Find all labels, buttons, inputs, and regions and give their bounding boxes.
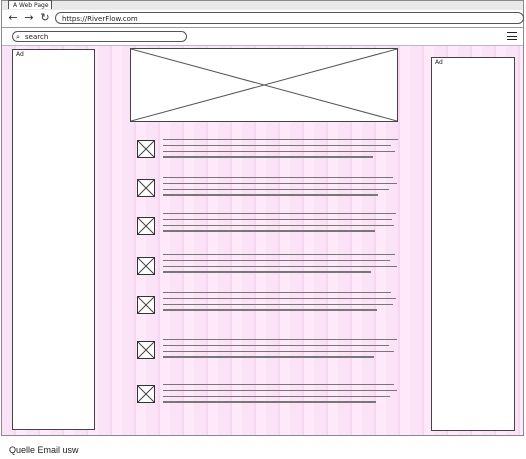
list-item-thumbnail: [137, 341, 155, 359]
browser-window: A Web Page ← → ↻ https://RiverFlow.com ⌕…: [1, 0, 524, 436]
ad-left-label: Ad: [16, 51, 24, 58]
list-item-text: [163, 254, 398, 277]
list-item-thumbnail: [137, 385, 155, 403]
reload-icon[interactable]: ↻: [38, 11, 52, 25]
list-item-thumbnail: [137, 140, 155, 158]
navigation-bar: ← → ↻ https://RiverFlow.com: [2, 10, 524, 28]
list-item-text: [163, 177, 398, 200]
search-placeholder: search: [25, 33, 49, 41]
page-area: Ad Ad: [2, 46, 523, 435]
list-item-thumbnail: [137, 257, 155, 275]
list-item-text: [163, 139, 398, 162]
ad-right-label: Ad: [435, 59, 443, 66]
ad-left[interactable]: Ad: [12, 49, 95, 430]
list-item-text: [163, 384, 398, 407]
list-item-text: [163, 292, 398, 315]
url-field[interactable]: https://RiverFlow.com: [55, 12, 524, 24]
list-item-text: [163, 213, 398, 236]
forward-icon[interactable]: →: [22, 11, 36, 25]
list-item-thumbnail: [137, 179, 155, 197]
ad-right[interactable]: Ad: [431, 57, 515, 431]
list-item-text: [163, 339, 398, 362]
search-bar: ⌕ search: [2, 28, 523, 46]
search-input[interactable]: ⌕ search: [12, 31, 187, 42]
hero-image-placeholder: [130, 48, 398, 122]
tab-title[interactable]: A Web Page: [8, 0, 52, 9]
search-icon: ⌕: [16, 33, 20, 41]
list-item-thumbnail: [137, 296, 155, 314]
list-item-thumbnail: [137, 217, 155, 235]
back-icon[interactable]: ←: [6, 11, 20, 25]
menu-icon[interactable]: [507, 31, 517, 41]
caption-text: Quelle Email usw: [9, 445, 79, 455]
